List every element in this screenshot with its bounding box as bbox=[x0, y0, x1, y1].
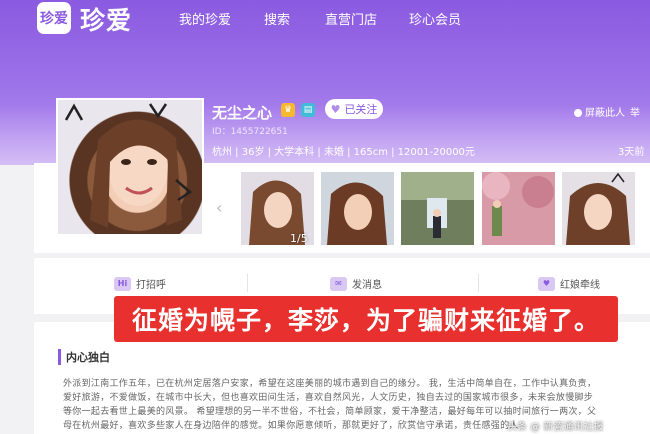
nav-search[interactable]: 搜索 bbox=[264, 9, 290, 28]
follow-label: 已关注 bbox=[344, 103, 378, 116]
action-divider bbox=[478, 274, 479, 292]
avatar-photo bbox=[64, 103, 193, 228]
nav-my-zhenai[interactable]: 我的珍爱 bbox=[179, 9, 231, 28]
main-nav: 我的珍爱 搜索 直营门店 珍心会员 bbox=[0, 9, 650, 29]
id-verified-icon: ▤ bbox=[301, 103, 315, 117]
send-message-label: 发消息 bbox=[352, 280, 382, 291]
block-user-link[interactable]: 屏蔽此人 bbox=[574, 104, 625, 119]
monologue-line: 等你一起去看世上最美的风景。 希望理想的另一半不世俗，不社会，简单顾家，爱干净整… bbox=[63, 407, 597, 417]
profile-name: 无尘之心 bbox=[212, 104, 273, 122]
watermark: 头条 @ 新瓷通讯社报 bbox=[507, 422, 604, 433]
hi-icon: Hi bbox=[114, 276, 131, 291]
overlay-caption: 征婚为幌子，李莎，为了骗财来征婚了。 bbox=[114, 296, 618, 342]
profile-avatar[interactable] bbox=[56, 98, 204, 236]
heart-icon: ♥ bbox=[538, 276, 555, 291]
send-message-button[interactable]: ✉ 发消息 bbox=[330, 276, 382, 291]
last-active: 3天前 bbox=[618, 147, 645, 158]
say-hi-label: 打招呼 bbox=[136, 280, 166, 291]
user-id: ID：1455722651 bbox=[212, 127, 288, 137]
photo-counter: 1/5 bbox=[290, 232, 308, 245]
report-link[interactable]: 举 bbox=[630, 104, 640, 119]
matchmaker-label: 红娘牵线 bbox=[560, 280, 600, 291]
block-label: 屏蔽此人 bbox=[585, 108, 625, 119]
vip-crown-icon: ♛ bbox=[281, 103, 295, 117]
profile-attributes: 杭州 | 36岁 | 大学本科 | 未婚 | 165cm | 12001-200… bbox=[212, 147, 475, 158]
photo-thumb-2[interactable] bbox=[321, 172, 394, 245]
photo-thumb-3[interactable] bbox=[401, 172, 474, 245]
photo-prev-arrow[interactable]: ‹ bbox=[216, 198, 222, 217]
photo-thumb-5[interactable] bbox=[562, 172, 635, 245]
matchmaker-button[interactable]: ♥ 红娘牵线 bbox=[538, 276, 600, 291]
envelope-icon: ✉ bbox=[330, 276, 347, 291]
photo-thumb-4[interactable] bbox=[482, 172, 555, 245]
action-divider bbox=[247, 274, 248, 292]
follow-button[interactable]: ♥ 已关注 bbox=[325, 99, 383, 119]
action-bar: Hi 打招呼 ✉ 发消息 ♥ 红娘牵线 bbox=[60, 270, 650, 298]
monologue-line: 母在杭州最好，喜欢多些家人在身边陪伴的感觉。如果你愿意倾听，那就更好了，欣赏信守… bbox=[63, 421, 519, 431]
block-icon bbox=[574, 109, 582, 117]
nav-stores[interactable]: 直营门店 bbox=[325, 9, 377, 28]
monologue-title: 内心独白 bbox=[58, 349, 110, 365]
monologue-line: 爱好旅游，不爱做饭，在城市中长大，但也喜欢田间生活，喜欢自然风光，人文历史，独自… bbox=[63, 393, 594, 403]
monologue-line: 外派到江南工作五年，已在杭州定居落户安家，希望在这座美丽的城市遇到自己的缘分。 … bbox=[63, 379, 597, 389]
say-hi-button[interactable]: Hi 打招呼 bbox=[114, 276, 166, 291]
nav-membership[interactable]: 珍心会员 bbox=[409, 9, 461, 28]
heart-icon: ♥ bbox=[330, 102, 341, 116]
